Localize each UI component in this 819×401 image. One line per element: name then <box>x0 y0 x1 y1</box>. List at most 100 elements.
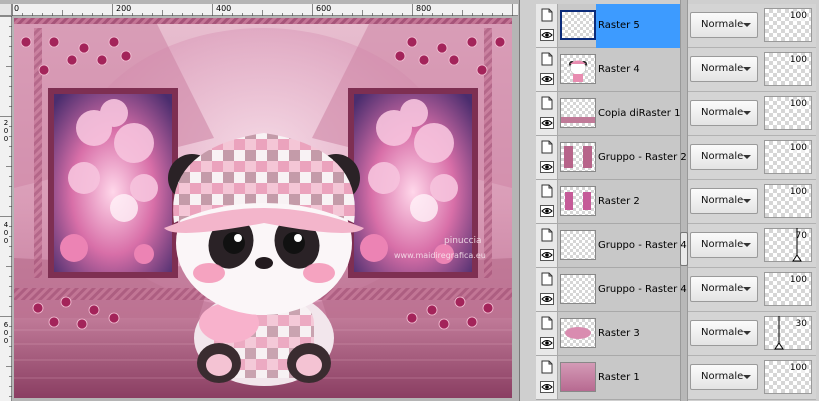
opacity-slider[interactable]: 100 <box>764 96 812 130</box>
blend-mode-select[interactable]: Normale <box>690 364 758 390</box>
eye-icon[interactable] <box>540 249 554 261</box>
layer-label-area[interactable]: Gruppo - Raster 4 <box>596 224 687 268</box>
layer-row-0[interactable]: Raster 5 Normale 100 <box>536 4 816 48</box>
layer-name: Raster 4 <box>598 64 640 75</box>
blend-mode-value: Normale <box>701 63 744 74</box>
layer-label-area[interactable]: Raster 2 <box>596 180 680 224</box>
ruler-left-label: 0 <box>3 127 9 135</box>
layer-icon-cell <box>536 356 558 400</box>
blend-mode-select[interactable]: Normale <box>690 12 758 38</box>
layer-name: Raster 1 <box>598 372 640 383</box>
chevron-down-icon <box>743 155 751 159</box>
opacity-value: 100 <box>789 363 807 373</box>
chevron-down-icon <box>743 199 751 203</box>
image-canvas[interactable]: pinuccia www.maidiregrafica.eu <box>14 18 512 398</box>
layer-name-cell[interactable]: Raster 4 <box>536 48 680 92</box>
layer-label-area[interactable]: Gruppo - Raster 2 <box>596 136 687 180</box>
opacity-slider[interactable]: 100 <box>764 360 812 394</box>
opacity-slider-marker[interactable] <box>774 316 784 350</box>
layer-row-8[interactable]: Raster 1 Normale 100 <box>536 356 816 400</box>
blend-mode-select[interactable]: Normale <box>690 144 758 170</box>
layer-name: Raster 5 <box>598 20 640 31</box>
canvas-window[interactable]: 0 200 400 600 800 2 0 0 4 0 0 6 0 0 pinu… <box>0 0 520 401</box>
blend-mode-select[interactable]: Normale <box>690 100 758 126</box>
layer-icon-cell <box>536 136 558 180</box>
ruler-top-label: 600 <box>316 4 332 13</box>
page-icon[interactable] <box>541 8 553 22</box>
opacity-slider[interactable]: 70 <box>764 228 812 262</box>
layer-icon-cell <box>536 224 558 268</box>
eye-icon[interactable] <box>540 205 554 217</box>
layer-label-area[interactable]: Raster 1 <box>596 356 680 400</box>
layer-label-area[interactable]: Copia diRaster 1 <box>596 92 680 136</box>
blend-mode-select[interactable]: Normale <box>690 276 758 302</box>
layer-row-3[interactable]: Gruppo - Raster 2 Normale 100 <box>536 136 816 180</box>
chevron-down-icon <box>743 111 751 115</box>
blend-mode-value: Normale <box>701 195 744 206</box>
page-icon[interactable] <box>541 184 553 198</box>
layer-label-area[interactable]: Gruppo - Raster 4 <box>596 268 687 312</box>
watermark-line2: www.maidiregrafica.eu <box>394 251 486 260</box>
ruler-top-label: 0 <box>14 4 20 13</box>
opacity-slider-marker[interactable] <box>792 228 802 262</box>
artwork-illustration: pinuccia www.maidiregrafica.eu <box>14 18 512 398</box>
layer-name-cell[interactable]: Raster 5 <box>536 4 680 48</box>
opacity-slider[interactable]: 100 <box>764 140 812 174</box>
eye-icon[interactable] <box>540 161 554 173</box>
blend-mode-select[interactable]: Normale <box>690 56 758 82</box>
eye-icon[interactable] <box>540 293 554 305</box>
opacity-value: 100 <box>789 187 807 197</box>
opacity-slider[interactable]: 100 <box>764 8 812 42</box>
page-icon[interactable] <box>541 52 553 66</box>
layer-name-cell[interactable]: Raster 3 <box>536 312 680 356</box>
layer-properties-cell: Normale 100 <box>688 136 816 180</box>
layer-label-area[interactable]: Raster 4 <box>596 48 680 92</box>
blend-mode-select[interactable]: Normale <box>690 320 758 346</box>
eye-icon[interactable] <box>540 117 554 129</box>
layer-row-4[interactable]: Raster 2 Normale 100 <box>536 180 816 224</box>
eye-icon[interactable] <box>540 381 554 393</box>
layer-name-cell[interactable]: Raster 2 <box>536 180 680 224</box>
opacity-slider[interactable]: 100 <box>764 184 812 218</box>
layer-name-cell[interactable]: Raster 1 <box>536 356 680 400</box>
layer-name-cell[interactable]: Gruppo - Raster 4 <box>536 268 687 312</box>
layer-row-1[interactable]: Raster 4 Normale 100 <box>536 48 816 92</box>
blend-mode-select[interactable]: Normale <box>690 232 758 258</box>
eye-icon[interactable] <box>540 73 554 85</box>
opacity-slider[interactable]: 100 <box>764 272 812 306</box>
opacity-slider[interactable]: 30 <box>764 316 812 350</box>
layer-thumbnail <box>560 54 596 84</box>
layer-row-5[interactable]: Gruppo - Raster 4 Normale 70 <box>536 224 816 268</box>
page-icon[interactable] <box>541 316 553 330</box>
blend-mode-value: Normale <box>701 107 744 118</box>
chevron-down-icon <box>743 375 751 379</box>
layer-row-2[interactable]: Copia diRaster 1 Normale 100 <box>536 92 816 136</box>
page-icon[interactable] <box>541 228 553 242</box>
layer-row-6[interactable]: Gruppo - Raster 4 Normale 100 <box>536 268 816 312</box>
opacity-value: 100 <box>789 99 807 109</box>
page-icon[interactable] <box>541 96 553 110</box>
layer-thumbnail <box>560 142 596 172</box>
page-icon[interactable] <box>541 272 553 286</box>
opacity-value: 30 <box>795 319 807 329</box>
ruler-left-label: 0 <box>3 329 9 337</box>
layer-properties-cell: Normale 100 <box>688 356 816 400</box>
page-icon[interactable] <box>541 140 553 154</box>
layer-name-cell[interactable]: Copia diRaster 1 <box>536 92 680 136</box>
layer-row-7[interactable]: Raster 3 Normale 30 <box>536 312 816 356</box>
opacity-slider[interactable]: 100 <box>764 52 812 86</box>
chevron-down-icon <box>743 331 751 335</box>
blend-mode-select[interactable]: Normale <box>690 188 758 214</box>
eye-icon[interactable] <box>540 337 554 349</box>
layer-name-cell[interactable]: Gruppo - Raster 2 <box>536 136 687 180</box>
layer-name-cell[interactable]: Gruppo - Raster 4 <box>536 224 687 268</box>
layer-name: Raster 2 <box>598 196 640 207</box>
layer-thumbnail <box>560 274 596 304</box>
layer-label-area[interactable]: Raster 5 <box>596 4 680 48</box>
page-icon[interactable] <box>541 360 553 374</box>
layer-properties-cell: Normale 30 <box>688 312 816 356</box>
layer-label-area[interactable]: Raster 3 <box>596 312 680 356</box>
eye-icon[interactable] <box>540 29 554 41</box>
layer-properties-cell: Normale 100 <box>688 92 816 136</box>
ruler-left-label: 6 <box>3 321 9 329</box>
